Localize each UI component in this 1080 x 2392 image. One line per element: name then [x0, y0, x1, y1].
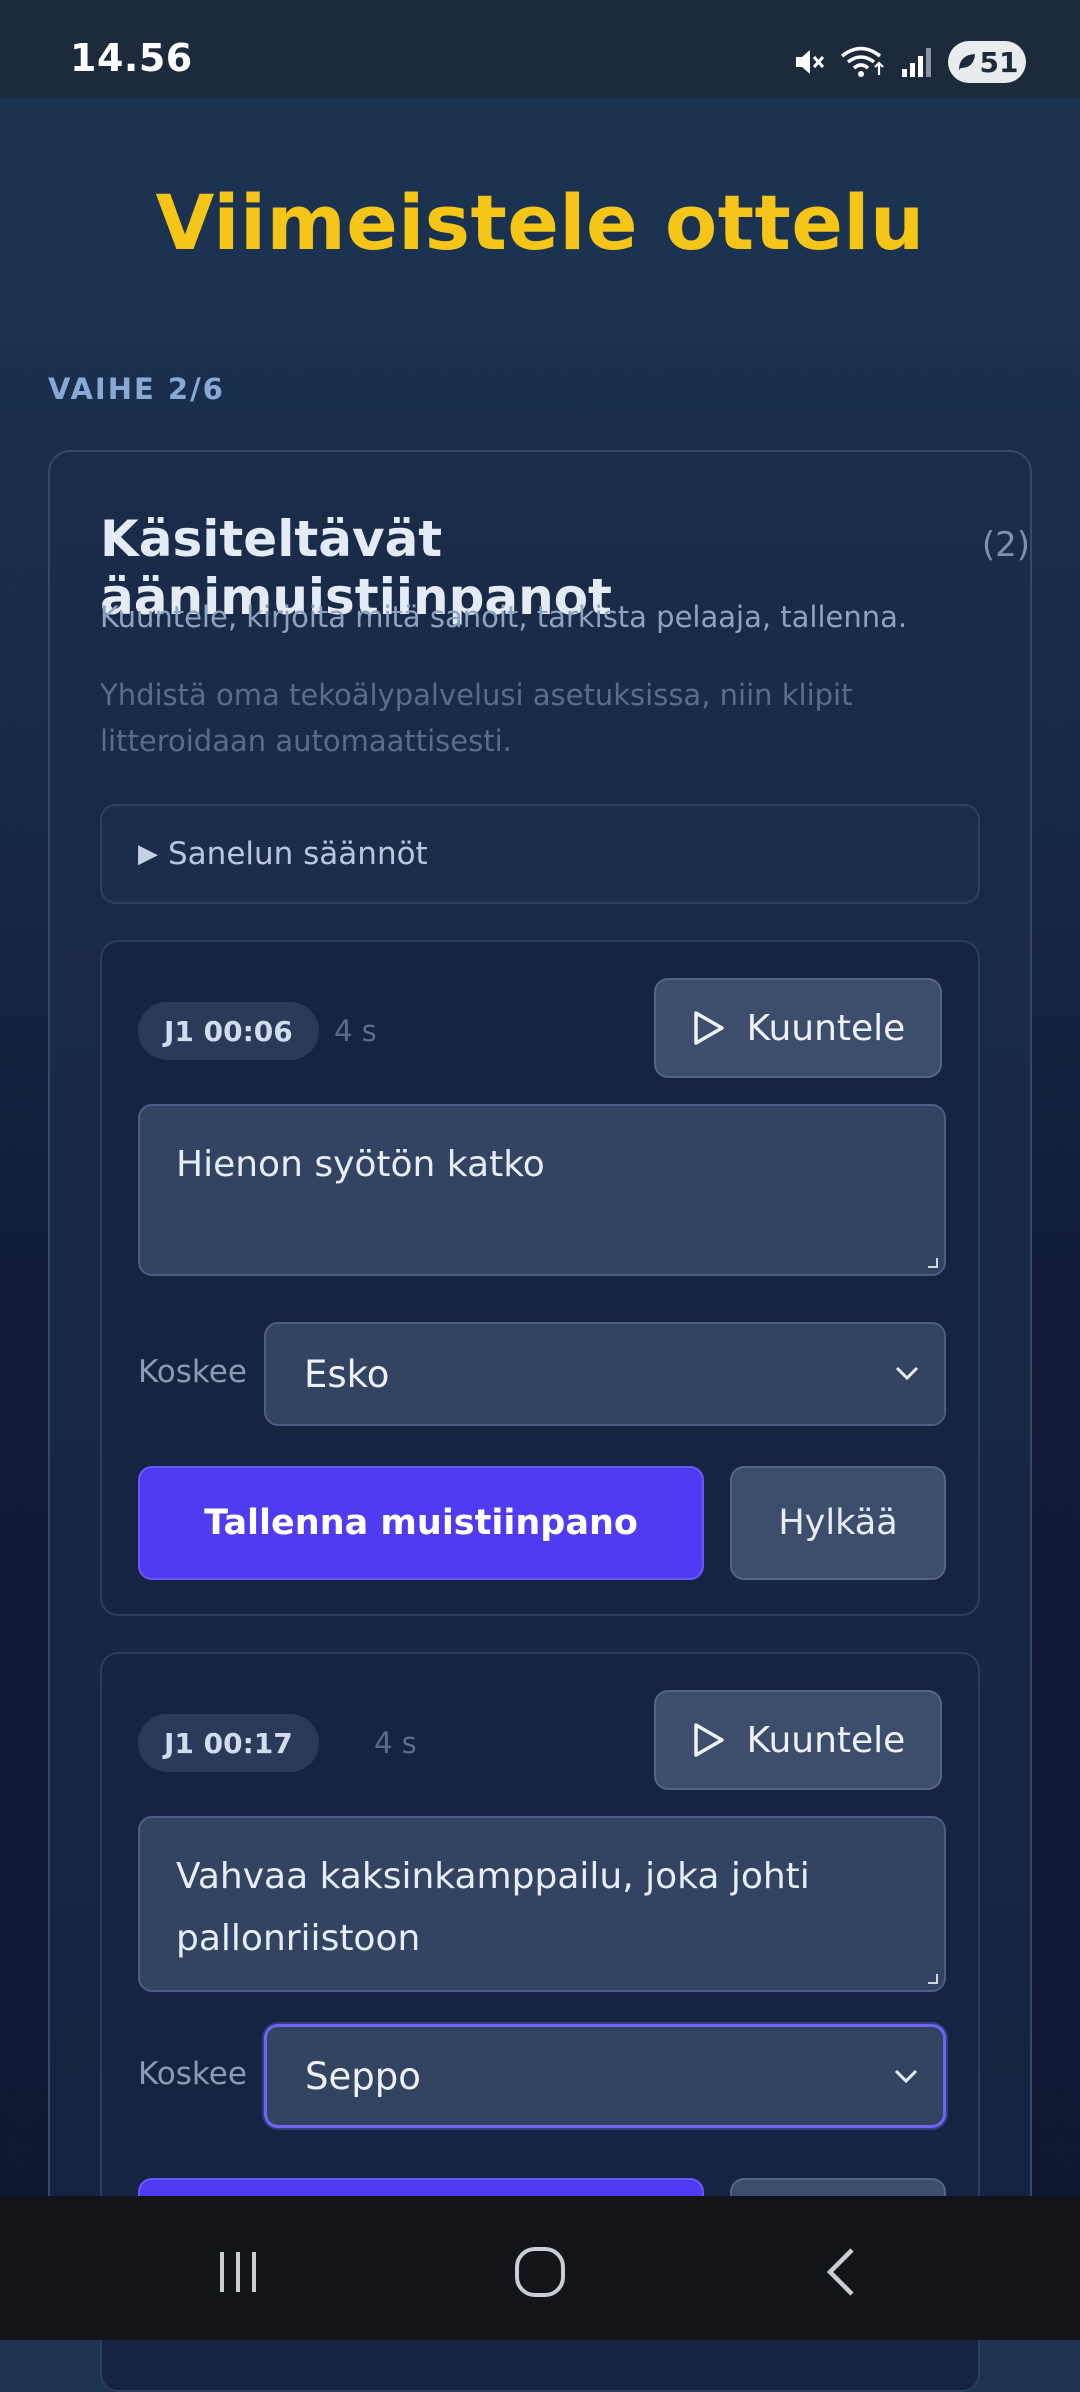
voice-note-card: J1 00:06 4 s Kuuntele Hienon syötön katk…: [100, 940, 980, 1616]
back-icon: [826, 2248, 854, 2296]
chevron-down-icon: [895, 1366, 919, 1381]
listen-label: Kuuntele: [746, 1719, 906, 1761]
status-bar: 14.56 51: [0, 0, 1080, 98]
player-select[interactable]: Seppo: [264, 2024, 946, 2128]
status-icons: 51: [792, 38, 1026, 86]
card-hint: Yhdistä oma tekoälypalvelusi asetuksissa…: [100, 678, 853, 758]
clip-duration: 4 s: [334, 1014, 377, 1048]
selected-player: Seppo: [305, 2054, 421, 2098]
listen-button[interactable]: Kuuntele: [654, 1690, 942, 1790]
chevron-down-icon: [894, 2069, 918, 2084]
battery-icon: 51: [948, 41, 1026, 83]
note-textarea[interactable]: Vahvaa kaksinkamppailu, joka johti pallo…: [138, 1816, 946, 1992]
reject-button[interactable]: Hylkää: [730, 1466, 946, 1580]
card-description: Kuuntele, kirjoita mitä sanoit, tarkista…: [100, 600, 908, 634]
resize-handle-icon[interactable]: [928, 1974, 938, 1984]
page-header: Viimeistele ottelu: [0, 98, 1080, 344]
concerns-label: Koskee: [138, 1354, 247, 1390]
timestamp-chip: J1 00:06: [138, 1002, 319, 1060]
leaf-icon: [958, 54, 975, 70]
clip-duration: 4 s: [374, 1726, 417, 1760]
navigation-bar: [0, 2196, 1080, 2340]
selected-player: Esko: [304, 1352, 390, 1396]
play-icon: [693, 1723, 724, 1757]
resize-handle-icon[interactable]: [928, 1258, 938, 1268]
signal-icon: [902, 48, 931, 77]
mute-icon: [796, 50, 825, 74]
step-indicator: VAIHE 2/6: [48, 372, 225, 406]
home-button[interactable]: [490, 2242, 590, 2302]
play-icon: [693, 1011, 724, 1045]
note-text: Hienon syötön katko: [176, 1144, 545, 1185]
recent-apps-button[interactable]: [188, 2242, 288, 2302]
player-select[interactable]: Esko: [264, 1322, 946, 1426]
dictation-rules-label: Sanelun säännöt: [168, 836, 428, 872]
note-textarea[interactable]: Hienon syötön katko: [138, 1104, 946, 1276]
listen-label: Kuuntele: [746, 1007, 906, 1049]
recent-apps-icon: [220, 2252, 256, 2292]
wifi-icon: [840, 46, 884, 77]
expand-triangle-icon: ▶: [138, 839, 158, 869]
concerns-label: Koskee: [138, 2056, 247, 2092]
home-icon: [515, 2247, 565, 2297]
timestamp-chip: J1 00:17: [138, 1714, 319, 1772]
back-button[interactable]: [792, 2242, 892, 2302]
dictation-rules-toggle[interactable]: ▶ Sanelun säännöt: [100, 804, 980, 904]
notes-count: (2): [981, 525, 1030, 565]
page-title: Viimeistele ottelu: [155, 177, 925, 267]
status-time: 14.56: [70, 36, 193, 80]
listen-button[interactable]: Kuuntele: [654, 978, 942, 1078]
player-select-row: Koskee Esko: [138, 1322, 946, 1426]
save-note-button[interactable]: Tallenna muistiinpano: [138, 1466, 704, 1580]
player-select-row: Koskee Seppo: [138, 2024, 946, 2128]
battery-level: 51: [979, 45, 1019, 79]
note-text: Vahvaa kaksinkamppailu, joka johti pallo…: [176, 1856, 810, 1959]
voice-notes-card: Käsiteltävät äänimuistiinpanot (2) Kuunt…: [48, 450, 1032, 2392]
